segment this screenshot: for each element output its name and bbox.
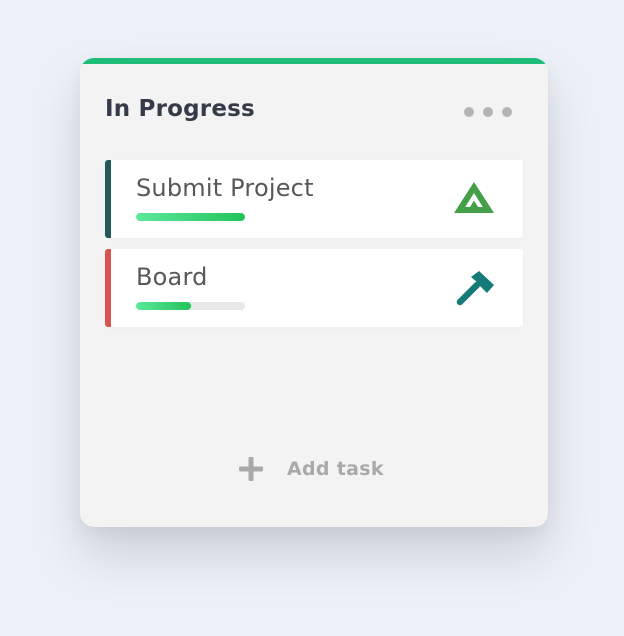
mountain-icon: [454, 182, 494, 213]
plus-icon: [239, 457, 263, 481]
task-card[interactable]: Board: [105, 249, 523, 327]
column-accent-bar: [80, 58, 548, 64]
menu-dot: [464, 107, 474, 117]
task-progress-fill: [136, 213, 245, 221]
page: In Progress Submit Project Board Add tas…: [0, 0, 624, 636]
task-card[interactable]: Submit Project: [105, 160, 523, 238]
menu-dot: [483, 107, 493, 117]
task-list: Submit Project Board: [105, 160, 523, 338]
hammer-icon: [456, 271, 494, 306]
add-task-button[interactable]: Add task: [238, 454, 384, 484]
task-progress-fill: [136, 302, 191, 310]
task-progress-bar: [136, 213, 245, 221]
task-progress-bar: [136, 302, 245, 310]
task-accent-bar: [105, 160, 111, 238]
add-task-label: Add task: [287, 458, 384, 480]
column-title: In Progress: [105, 96, 255, 122]
task-title: Submit Project: [136, 174, 314, 202]
column-menu-button[interactable]: [464, 102, 512, 122]
task-accent-bar: [105, 249, 111, 327]
kanban-column-card: In Progress Submit Project Board Add tas…: [80, 58, 548, 527]
menu-dot: [502, 107, 512, 117]
task-title: Board: [136, 263, 208, 291]
